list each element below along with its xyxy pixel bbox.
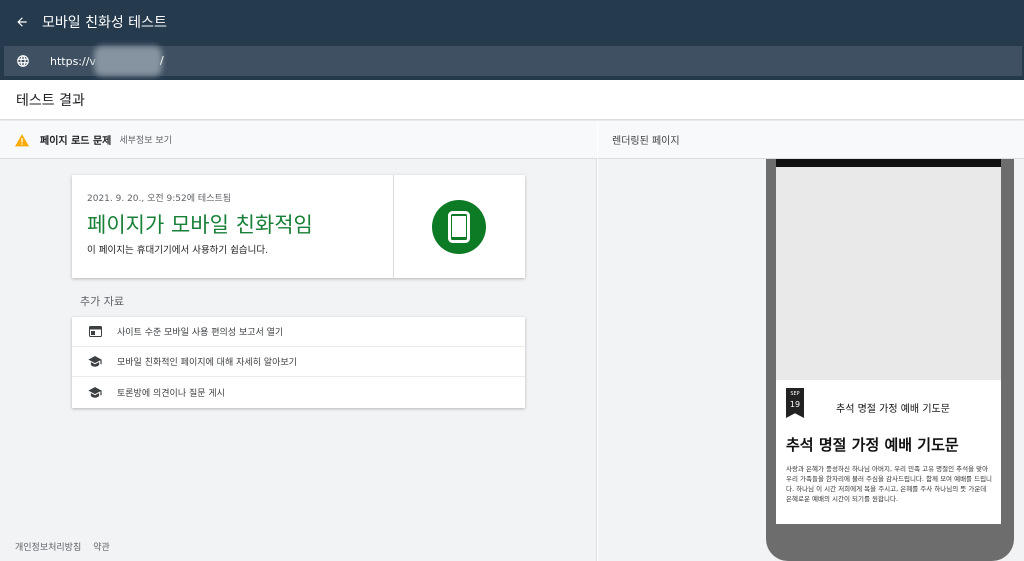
load-issue-bar: 페이지 로드 문제 세부정보 보기	[0, 121, 597, 159]
url-prefix: https://v	[50, 54, 96, 68]
resource-item-forum[interactable]: 토론방에 의견이나 질문 게시	[72, 377, 525, 407]
url-bar: https://v /	[0, 44, 1024, 80]
post-body: 사랑과 은혜가 풍성하신 하나님 아버지, 우리 민족 고유 명절인 추석을 맞…	[786, 465, 993, 503]
phone-screen[interactable]: SEP 19 추석 명절 가정 예배 기도문 추석 명절 가정 예배 기도문 사…	[776, 159, 1001, 524]
url-field[interactable]: https://v /	[4, 46, 1022, 76]
rendered-page-header: 렌더링된 페이지	[598, 121, 1024, 159]
resource-item-learn[interactable]: 모바일 친화적인 페이지에 대해 자세히 알아보기	[72, 347, 525, 377]
verdict-heading: 페이지가 모바일 친화적임	[87, 213, 313, 237]
privacy-link[interactable]: 개인정보처리방침	[15, 540, 81, 553]
url-redaction	[94, 46, 162, 76]
warning-icon	[14, 132, 30, 148]
back-button[interactable]	[0, 0, 44, 44]
calendar-badge: SEP 19	[786, 388, 804, 418]
resource-item-label: 토론방에 의견이나 질문 게시	[117, 388, 225, 399]
rendered-page-panel: 렌더링된 페이지 SEP 19 추석 명절 가정 예배 기도문 추석 명절 가정…	[598, 121, 1024, 561]
mobile-friendly-badge	[432, 200, 486, 254]
school-icon	[88, 355, 102, 369]
results-header: 테스트 결과	[0, 80, 1024, 120]
more-resources-list: 사이트 수준 모바일 사용 편의성 보고서 열기 모바일 친화적인 페이지에 대…	[72, 317, 525, 408]
post-small-title: 추석 명절 가정 예배 기도문	[836, 404, 950, 415]
calendar-day: 19	[789, 400, 801, 409]
phone-status-bar	[776, 159, 1001, 167]
report-icon	[88, 325, 102, 339]
arrow-back-icon	[17, 17, 27, 27]
school-icon	[88, 385, 102, 399]
footer: 개인정보처리방침 약관	[15, 540, 110, 553]
rendered-page-label: 렌더링된 페이지	[612, 136, 680, 147]
calendar-month: SEP	[790, 391, 800, 397]
post-hero-image	[776, 167, 1001, 380]
url-suffix: /	[160, 54, 164, 67]
post-title: 추석 명절 가정 예배 기도문	[786, 436, 959, 454]
resource-item-label: 사이트 수준 모바일 사용 편의성 보고서 열기	[117, 328, 284, 338]
result-card: 2021. 9. 20., 오전 9:52에 테스트됨 페이지가 모바일 친화적…	[72, 175, 525, 278]
card-divider	[393, 175, 394, 278]
resource-item-label: 모바일 친화적인 페이지에 대해 자세히 알아보기	[117, 358, 297, 368]
more-resources-title: 추가 자료	[80, 295, 124, 308]
load-issue-label: 페이지 로드 문제	[40, 136, 112, 147]
app-title: 모바일 친화성 테스트	[42, 15, 167, 31]
test-timestamp: 2021. 9. 20., 오전 9:52에 테스트됨	[87, 194, 232, 204]
phone-frame: SEP 19 추석 명절 가정 예배 기도문 추석 명절 가정 예배 기도문 사…	[766, 159, 1014, 561]
verdict-description: 이 페이지는 휴대기기에서 사용하기 쉽습니다.	[87, 245, 269, 256]
app-bar: 모바일 친화성 테스트	[0, 0, 1024, 44]
globe-icon	[4, 46, 42, 76]
results-panel: 페이지 로드 문제 세부정보 보기 2021. 9. 20., 오전 9:52에…	[0, 121, 597, 561]
resource-item-report[interactable]: 사이트 수준 모바일 사용 편의성 보고서 열기	[72, 317, 525, 347]
terms-link[interactable]: 약관	[93, 540, 110, 553]
smartphone-icon	[448, 211, 470, 243]
view-details-link[interactable]: 세부정보 보기	[119, 133, 172, 146]
results-label: 테스트 결과	[16, 92, 85, 109]
